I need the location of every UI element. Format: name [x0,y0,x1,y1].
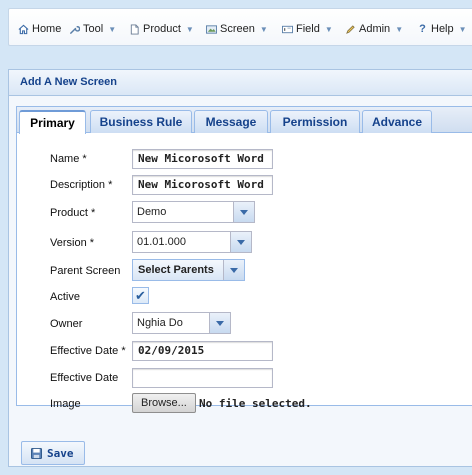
browse-button[interactable]: Browse... [132,393,196,413]
parent-screen-value: Select Parents [138,264,214,276]
menu-product[interactable]: Product ▼ [129,21,194,37]
version-value: 01.01.000 [137,236,186,248]
name-field[interactable]: New Micorosoft Word [132,149,273,169]
menu-tool-label: Tool [83,23,104,35]
tab-advance[interactable]: Advance [362,110,432,133]
product-value: Demo [137,206,167,218]
product-select[interactable]: Demo [132,201,255,223]
parent-screen-label: Parent Screen [50,265,121,277]
menu-tool[interactable]: Tool ▼ [69,21,116,37]
effective-date-required-field[interactable]: 02/09/2015 [132,341,273,361]
checkmark-icon: ✔ [135,288,146,303]
menu-admin[interactable]: Admin ▼ [345,21,403,37]
parent-screen-select[interactable]: Select Parents [132,259,245,281]
owner-value: Nghia Do [137,317,183,329]
wrench-icon [70,25,80,34]
chevron-down-icon: ▼ [324,24,333,34]
menu-screen-label: Screen [220,23,255,35]
add-screen-panel: Add A New Screen Primary Business Rule M… [8,69,472,467]
chevron-down-icon[interactable] [233,202,254,222]
chevron-down-icon[interactable] [209,313,230,333]
effective-date-label: Effective Date [50,372,119,384]
file-status-text: No file selected. [199,397,312,410]
tab-permission[interactable]: Permission [270,110,360,133]
menu-field-label: Field [296,23,320,35]
chevron-down-icon: ▼ [108,24,117,34]
document-icon [130,23,139,35]
tab-primary[interactable]: Primary [19,110,86,134]
home-icon [18,24,29,34]
menu-screen[interactable]: Screen ▼ [206,21,268,37]
product-label: Product * [50,207,96,219]
active-checkbox[interactable]: ✔ [132,287,149,304]
description-field[interactable]: New Micorosoft Word [132,175,273,195]
version-select[interactable]: 01.01.000 [132,231,252,253]
active-label: Active [50,291,80,303]
menu-home[interactable]: Home [18,21,61,37]
menu-product-label: Product [143,23,181,35]
image-label: Image [50,398,81,410]
tab-business-rule[interactable]: Business Rule [90,110,192,133]
name-label: Name * [50,153,87,165]
chevron-down-icon[interactable] [223,260,244,280]
tab-message[interactable]: Message [194,110,268,133]
panel-title: Add A New Screen [9,70,472,96]
tab-panel: Primary Business Rule Message Permission… [16,106,472,413]
help-icon: ? [419,22,426,35]
effective-date-required-label: Effective Date * [50,345,126,357]
floppy-disk-icon [31,447,42,459]
menu-home-label: Home [32,23,62,35]
menu-field[interactable]: Field ▼ [282,21,333,37]
chevron-down-icon: ▼ [185,24,194,34]
description-label: Description * [50,179,113,191]
chevron-down-icon[interactable] [230,232,251,252]
pencil-icon [346,24,355,34]
effective-date-field[interactable] [132,368,273,388]
version-label: Version * [50,237,95,249]
menu-help-label: Help [431,23,454,35]
menu-help[interactable]: ? Help ▼ [417,21,467,37]
main-menu-bar: Home Tool ▼ Product ▼ Screen ▼ Field ▼ A… [8,8,472,46]
save-label: Save [47,446,74,460]
chevron-down-icon: ▼ [259,24,268,34]
chevron-down-icon: ▼ [395,24,404,34]
tab-bar: Primary Business Rule Message Permission… [17,107,472,134]
chevron-down-icon: ▼ [458,24,467,34]
menu-admin-label: Admin [359,23,391,35]
owner-select[interactable]: Nghia Do [132,312,231,334]
save-button[interactable]: Save [21,441,85,465]
field-icon [282,25,293,33]
screen-icon [206,24,217,34]
owner-label: Owner [50,318,83,330]
